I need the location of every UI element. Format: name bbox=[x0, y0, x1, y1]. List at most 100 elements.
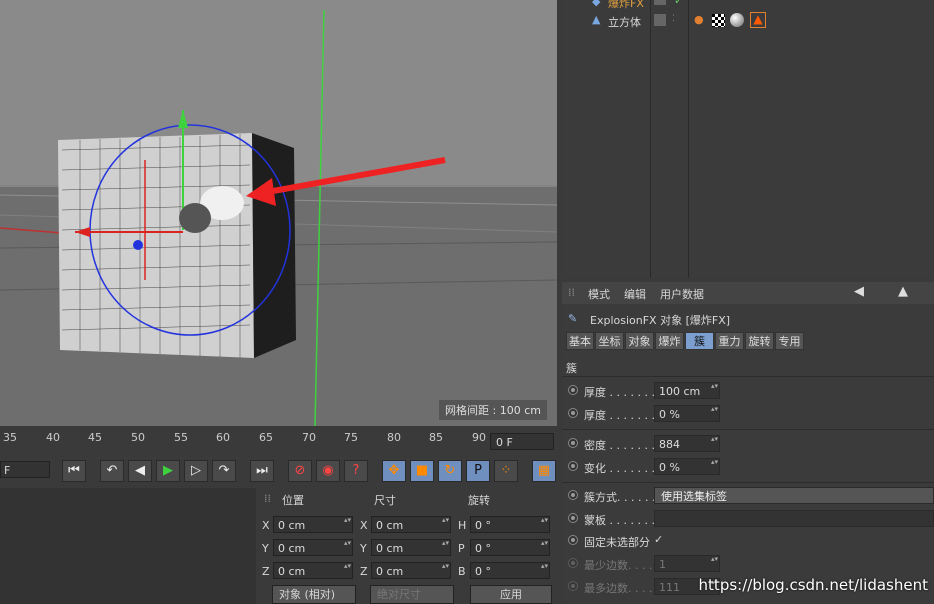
go-to-end-button[interactable]: ⏭ bbox=[250, 460, 274, 482]
record-scale-button[interactable]: ■ bbox=[410, 460, 434, 482]
param-label: 厚度 . . . . . . . bbox=[584, 386, 655, 399]
rotation-b-field[interactable]: 0 ° bbox=[470, 562, 550, 579]
axis-label: X bbox=[262, 519, 270, 532]
menu-mode[interactable]: 模式 bbox=[588, 286, 610, 302]
coordinate-mode-select[interactable]: 对象 (相对) bbox=[272, 585, 356, 604]
viewport-scene bbox=[0, 0, 557, 426]
start-frame-field[interactable]: F bbox=[0, 461, 50, 478]
object-row-explosionfx[interactable]: ◆ 爆炸FX ✓ bbox=[562, 0, 934, 11]
param-cluster-mode: 簇方式. . . . . . 使用选集标签 bbox=[562, 485, 934, 507]
animate-radio[interactable] bbox=[568, 438, 578, 448]
position-x-field[interactable]: 0 cm bbox=[273, 516, 353, 533]
tick-label: 80 bbox=[387, 431, 401, 444]
divider bbox=[562, 482, 934, 483]
tag-dots-icon[interactable]: ● bbox=[694, 13, 704, 26]
object-title: ExplosionFX 对象 [爆炸FX] bbox=[590, 314, 731, 327]
tab-coord[interactable]: 坐标 bbox=[595, 332, 624, 350]
current-frame-field[interactable]: 0 F bbox=[490, 433, 554, 450]
up-arrow-icon[interactable]: ▲ bbox=[898, 284, 908, 299]
grid-spacing-readout: 网格间距 : 100 cm bbox=[439, 400, 547, 420]
param-mask: 蒙板 . . . . . . . bbox=[562, 508, 934, 530]
size-mode-select[interactable]: 绝对尺寸 bbox=[370, 585, 454, 604]
keyframe-selection-button[interactable]: ? bbox=[344, 460, 368, 482]
go-to-start-button[interactable]: ⏮ bbox=[62, 460, 86, 482]
explosionfx-icon: ✎ bbox=[568, 312, 578, 325]
tab-rotation[interactable]: 旋转 bbox=[745, 332, 774, 350]
mask-link-field[interactable] bbox=[654, 510, 934, 527]
density-field[interactable]: 884 bbox=[654, 435, 720, 452]
record-rotation-button[interactable]: ↻ bbox=[438, 460, 462, 482]
layer-icon[interactable] bbox=[654, 14, 666, 26]
cluster-mode-dropdown[interactable]: 使用选集标签 bbox=[654, 487, 934, 504]
thickness-field[interactable]: 100 cm bbox=[654, 382, 720, 399]
attribute-manager: ⁞⁞ 模式 编辑 用户数据 ◀ ▲ ✎ ExplosionFX 对象 [爆炸FX… bbox=[562, 282, 934, 604]
rotation-header: 旋转 bbox=[468, 494, 490, 507]
param-label: 厚度 . . . . . . . bbox=[584, 409, 655, 422]
visibility-dots-icon[interactable]: ⁚ bbox=[672, 14, 675, 24]
record-keys-button[interactable]: ⊘ bbox=[288, 460, 312, 482]
record-pla-button[interactable]: ⁘ bbox=[494, 460, 518, 482]
variation-field[interactable]: 0 % bbox=[654, 458, 720, 475]
3d-viewport[interactable]: 网格间距 : 100 cm bbox=[0, 0, 557, 426]
divider bbox=[562, 376, 934, 377]
animate-radio[interactable] bbox=[568, 461, 578, 471]
check-icon[interactable]: ✓ bbox=[674, 0, 683, 7]
rotation-p-field[interactable]: 0 ° bbox=[470, 539, 550, 556]
param-label: 变化 . . . . . . . bbox=[584, 462, 655, 475]
tab-object[interactable]: 对象 bbox=[625, 332, 654, 350]
tab-explosion[interactable]: 爆炸 bbox=[655, 332, 684, 350]
animate-radio[interactable] bbox=[568, 490, 578, 500]
tick-label: 90 bbox=[472, 431, 486, 444]
tick-label: 35 bbox=[3, 431, 17, 444]
record-parameter-button[interactable]: P bbox=[466, 460, 490, 482]
size-z-field[interactable]: 0 cm bbox=[371, 562, 451, 579]
material-sphere-icon[interactable] bbox=[730, 13, 744, 27]
object-row-cube[interactable]: ▲ 立方体 ⁚ ● ▲ bbox=[562, 12, 934, 30]
size-y-field[interactable]: 0 cm bbox=[371, 539, 451, 556]
param-min-edges: 最少边数. . . . . 1 bbox=[562, 553, 934, 575]
next-key-button[interactable]: ↷ bbox=[212, 460, 236, 482]
thickness-variation-field[interactable]: 0 % bbox=[654, 405, 720, 422]
next-frame-button[interactable]: ▷ bbox=[184, 460, 208, 482]
animate-radio[interactable] bbox=[568, 408, 578, 418]
min-edges-field[interactable]: 1 bbox=[654, 555, 720, 572]
tab-gravity[interactable]: 重力 bbox=[715, 332, 744, 350]
param-density: 密度 . . . . . . . 884 bbox=[562, 433, 934, 455]
prev-frame-button[interactable]: ◀ bbox=[128, 460, 152, 482]
animate-radio[interactable] bbox=[568, 513, 578, 523]
record-position-button[interactable]: ✥ bbox=[382, 460, 406, 482]
size-x-field[interactable]: 0 cm bbox=[371, 516, 451, 533]
position-z-field[interactable]: 0 cm bbox=[273, 562, 353, 579]
selection-tag-icon[interactable]: ▲ bbox=[750, 12, 766, 28]
axis-label: Y bbox=[262, 542, 269, 555]
animate-radio[interactable] bbox=[568, 581, 578, 591]
position-y-field[interactable]: 0 cm bbox=[273, 539, 353, 556]
play-button[interactable]: ▶ bbox=[156, 460, 180, 482]
transport-bar: F ⏮ ↶ ◀ ▶ ▷ ↷ ⏭ ⊘ ◉ ? ✥ ■ ↻ P ⁘ ▦ bbox=[0, 456, 557, 486]
menu-userdata[interactable]: 用户数据 bbox=[660, 286, 704, 302]
timeline-ruler[interactable]: 35 40 45 50 55 60 65 70 75 80 85 90 0 F bbox=[0, 428, 557, 456]
axis-label: Z bbox=[262, 565, 270, 578]
menu-edit[interactable]: 编辑 bbox=[624, 286, 646, 302]
rotation-h-field[interactable]: 0 ° bbox=[470, 516, 550, 533]
back-arrow-icon[interactable]: ◀ bbox=[854, 284, 864, 299]
film-strip-icon[interactable]: ▦ bbox=[532, 460, 556, 482]
tab-basic[interactable]: 基本 bbox=[566, 332, 594, 350]
animate-radio[interactable] bbox=[568, 385, 578, 395]
tick-label: 45 bbox=[88, 431, 102, 444]
animate-radio[interactable] bbox=[568, 558, 578, 568]
divider bbox=[562, 429, 934, 430]
checker-tag-icon[interactable] bbox=[712, 14, 725, 27]
tab-special[interactable]: 专用 bbox=[775, 332, 804, 350]
prev-key-button[interactable]: ↶ bbox=[100, 460, 124, 482]
fix-unselected-checkbox[interactable]: ✓ bbox=[654, 533, 663, 546]
coordinates-manager: ⁞⁞ 位置 尺寸 旋转 X 0 cm Y 0 cm Z 0 cm X 0 cm … bbox=[258, 488, 557, 604]
layer-icon[interactable] bbox=[654, 0, 666, 5]
param-label: 固定未选部分 bbox=[584, 536, 650, 549]
grip-icon: ⁞⁞ bbox=[568, 286, 575, 299]
autokey-button[interactable]: ◉ bbox=[316, 460, 340, 482]
apply-button[interactable]: 应用 bbox=[470, 585, 552, 604]
animate-radio[interactable] bbox=[568, 535, 578, 545]
size-header: 尺寸 bbox=[374, 494, 396, 507]
tab-cluster[interactable]: 簇 bbox=[685, 332, 714, 350]
